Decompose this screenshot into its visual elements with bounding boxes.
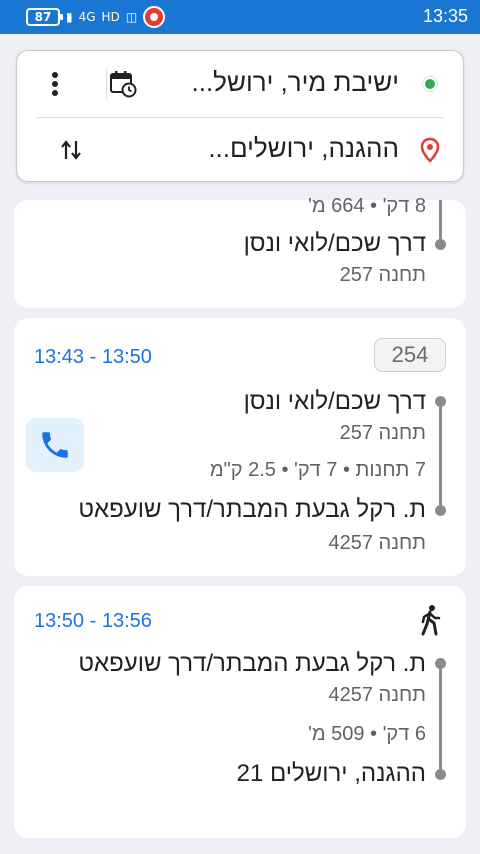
signal-icon: ▮ xyxy=(66,10,73,24)
start-stop-code: תחנה 257 xyxy=(339,422,426,444)
start-stop-name: דרך שכם/לואי ונסן xyxy=(243,388,426,415)
hd-icon: HD xyxy=(101,10,120,24)
start-stop-code: תחנה 4257 xyxy=(328,684,427,706)
leg-card-walk-start[interactable]: 8 דק' • 664 מ' דרך שכם/לואי ונסן תחנה 25… xyxy=(14,195,466,308)
phone-button[interactable] xyxy=(26,418,84,472)
stop-code: תחנה 257 xyxy=(339,264,426,286)
more-options-icon[interactable] xyxy=(37,66,73,102)
origin-field[interactable]: ישיבת מיר, ירושל... xyxy=(192,67,399,98)
network-type: 4G xyxy=(78,10,96,24)
destination-row[interactable]: ההגנה, ירושלים... xyxy=(17,117,463,183)
schedule-calendar-icon[interactable] xyxy=(105,66,141,102)
route-line xyxy=(439,200,442,244)
walking-icon xyxy=(418,604,444,636)
end-stop-code: תחנה 4257 xyxy=(328,532,427,554)
bus-line-badge: 254 xyxy=(374,338,446,372)
origin-row[interactable]: ישיבת מיר, ירושל... xyxy=(17,51,463,117)
stop-dot xyxy=(435,239,446,250)
start-stop-name: ת. רקל גבעת המבתר/דרך שועפאט xyxy=(78,650,426,677)
phone-icon xyxy=(42,432,68,458)
record-icon xyxy=(143,6,166,28)
time-range: 13:43 - 13:50 xyxy=(34,346,152,368)
route-line xyxy=(439,663,442,773)
time-range: 13:50 - 13:56 xyxy=(34,610,152,632)
status-bar: 87 ▮ 4G HD ◫ 13:35 xyxy=(0,0,480,34)
route-line xyxy=(439,401,442,509)
vibrate-icon: ◫ xyxy=(125,10,138,24)
stop-dot xyxy=(435,769,446,780)
leg-card-walk-end[interactable]: 13:50 - 13:56 ת. רקל גבעת המבתר/דרך שועפ… xyxy=(14,586,466,838)
battery-icon: 87 xyxy=(26,8,63,26)
origin-dot-icon xyxy=(423,77,437,91)
stop-dot xyxy=(435,505,446,516)
destination-pin-icon xyxy=(419,137,441,163)
end-stop-name: ת. רקל גבעת המבתר/דרך שועפאט xyxy=(78,496,426,523)
toolbar-separator xyxy=(106,69,107,99)
destination-field[interactable]: ההגנה, ירושלים... xyxy=(208,133,399,164)
destination-name: ההגנה, ירושלים 21 xyxy=(236,760,426,787)
route-search-card: ישיבת מיר, ירושל... ההגנה, ירושלים... xyxy=(16,50,464,182)
leg-info: 6 דק' • 509 מ' xyxy=(308,723,426,745)
leg-info: 8 דק' • 664 מ' xyxy=(308,195,426,217)
leg-info: 7 תחנות • 7 דק' • 2.5 ק"מ xyxy=(209,459,426,481)
leg-card-bus[interactable]: 13:43 - 13:50 254 דרך שכם/לואי ונסן תחנה… xyxy=(14,318,466,576)
swap-icon[interactable] xyxy=(53,132,89,168)
status-icons: 87 ▮ 4G HD ◫ xyxy=(26,6,166,28)
status-time: 13:35 xyxy=(422,6,468,26)
stop-name: דרך שכם/לואי ונסן xyxy=(243,230,426,257)
